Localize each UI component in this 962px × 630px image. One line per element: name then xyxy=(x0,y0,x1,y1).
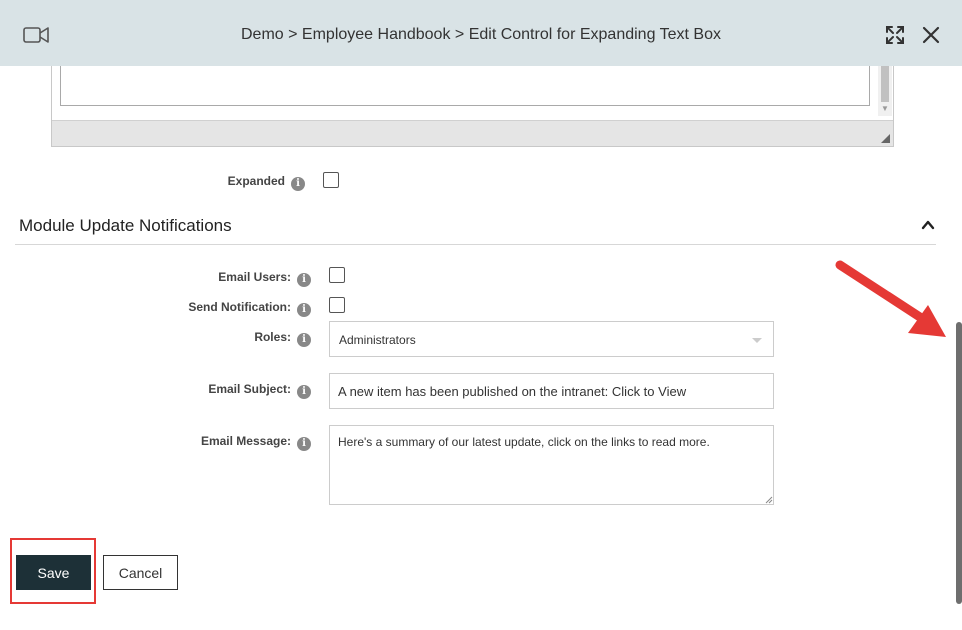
email-users-checkbox[interactable] xyxy=(329,267,345,283)
email-message-textarea[interactable]: Here's a summary of our latest update, c… xyxy=(329,425,774,505)
expanded-checkbox[interactable] xyxy=(323,172,339,188)
close-icon[interactable] xyxy=(921,25,941,45)
editor-scrollbar[interactable]: ▼ xyxy=(878,66,892,116)
roles-select[interactable]: Administrators xyxy=(329,321,774,357)
rich-text-editor: ▼ xyxy=(51,66,894,147)
send-notification-checkbox[interactable] xyxy=(329,297,345,313)
breadcrumb-title: Demo > Employee Handbook > Edit Control … xyxy=(241,26,721,43)
send-notification-label: Send Notification: xyxy=(188,300,291,314)
save-button[interactable]: Save xyxy=(16,555,91,590)
email-subject-label: Email Subject: xyxy=(208,382,291,396)
roles-label: Roles: xyxy=(254,330,291,344)
scroll-down-arrow-icon[interactable]: ▼ xyxy=(881,104,889,113)
resize-grip-icon[interactable] xyxy=(881,134,890,143)
page-scrollbar-thumb[interactable] xyxy=(956,322,962,604)
editor-status-bar xyxy=(52,120,893,146)
cancel-button[interactable]: Cancel xyxy=(103,555,178,590)
annotation-arrow-icon xyxy=(835,260,946,337)
info-icon[interactable]: i xyxy=(291,177,305,191)
email-message-label: Email Message: xyxy=(200,434,291,448)
roles-selected-value: Administrators xyxy=(339,333,416,347)
section-title: Module Update Notifications xyxy=(19,216,232,235)
info-icon[interactable]: i xyxy=(297,385,311,399)
info-icon[interactable]: i xyxy=(297,437,311,451)
chevron-up-icon[interactable] xyxy=(921,218,935,232)
section-divider xyxy=(15,244,936,245)
email-users-label: Email Users: xyxy=(218,270,291,284)
editor-scrollbar-thumb[interactable] xyxy=(881,66,889,102)
email-subject-input[interactable] xyxy=(329,373,774,409)
modal-header: Demo > Employee Handbook > Edit Control … xyxy=(0,0,962,66)
textarea-resize-grip-icon[interactable] xyxy=(764,495,773,504)
info-icon[interactable]: i xyxy=(297,303,311,317)
info-icon[interactable]: i xyxy=(297,333,311,347)
expand-arrows-icon[interactable] xyxy=(884,24,906,46)
info-icon[interactable]: i xyxy=(297,273,311,287)
dropdown-caret-icon xyxy=(752,338,762,343)
editor-content-area[interactable] xyxy=(60,66,870,106)
expanded-label: Expanded xyxy=(227,174,285,188)
